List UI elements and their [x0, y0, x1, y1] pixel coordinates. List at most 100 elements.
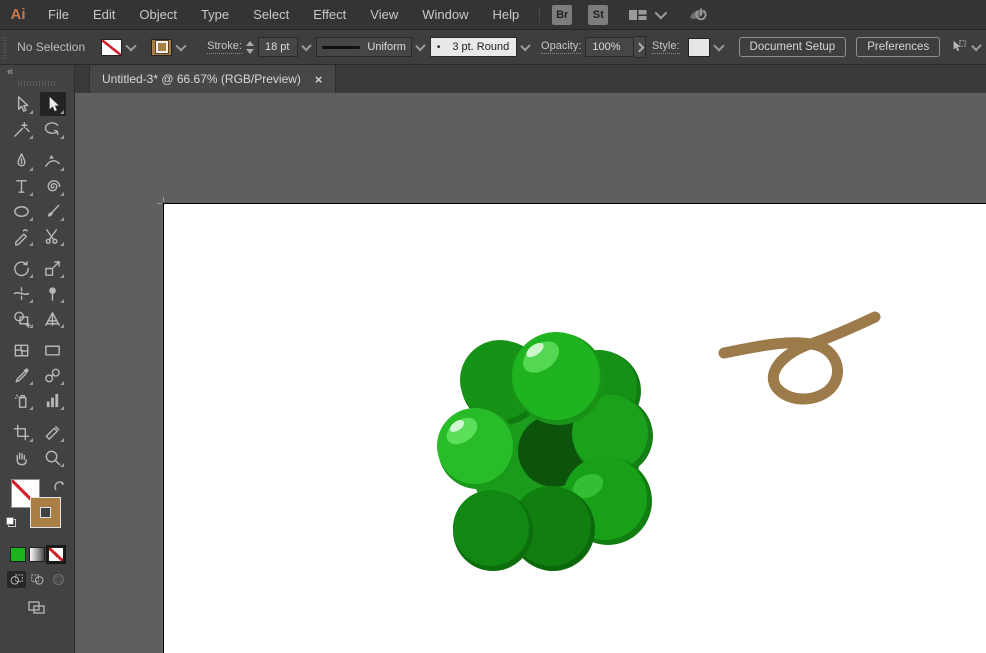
chevron-right-icon — [634, 42, 645, 52]
crop-mark — [163, 197, 164, 202]
menu-bar: Ai File Edit Object Type Select Effect V… — [0, 0, 986, 30]
style-label[interactable]: Style: — [652, 40, 680, 54]
artboard-tool[interactable] — [9, 420, 35, 444]
draw-normal-mode[interactable] — [6, 571, 26, 588]
artboard[interactable] — [157, 197, 986, 653]
stroke-swatch-brown[interactable] — [31, 498, 60, 527]
close-icon[interactable]: × — [315, 72, 323, 87]
fill-stroke-widget — [0, 479, 74, 539]
tools-grid — [0, 92, 74, 469]
step-down-icon[interactable] — [246, 48, 255, 54]
document-tab-bar: Untitled-3* @ 66.67% (RGB/Preview) × — [75, 65, 986, 94]
stroke-label[interactable]: Stroke: — [207, 40, 242, 54]
screen-mode-button[interactable] — [26, 598, 48, 621]
menu-file[interactable]: File — [36, 7, 81, 22]
opacity-arrow-button[interactable] — [633, 36, 647, 58]
menu-help[interactable]: Help — [480, 7, 531, 22]
swap-fill-stroke-icon[interactable] — [53, 480, 66, 498]
illustrator-window: Ai File Edit Object Type Select Effect V… — [0, 0, 986, 653]
document-setup-button[interactable]: Document Setup — [738, 37, 847, 57]
scissors-tool[interactable] — [40, 224, 66, 248]
menu-type[interactable]: Type — [189, 7, 241, 22]
magic-wand-tool[interactable] — [9, 117, 35, 141]
gradient-button[interactable] — [29, 547, 45, 562]
stroke-profile-dropdown[interactable]: Uniform — [315, 37, 412, 57]
preferences-button[interactable]: Preferences — [856, 37, 941, 57]
menu-window[interactable]: Window — [410, 7, 480, 22]
scale-tool[interactable] — [40, 256, 66, 280]
document-tab[interactable]: Untitled-3* @ 66.67% (RGB/Preview) × — [89, 65, 336, 93]
hand-tool[interactable] — [9, 445, 35, 469]
width-tool[interactable] — [9, 281, 35, 305]
opacity-field[interactable]: 100% — [585, 37, 634, 57]
stroke-weight-stepper[interactable] — [246, 37, 255, 57]
menu-view[interactable]: View — [358, 7, 410, 22]
step-up-icon[interactable] — [246, 40, 255, 46]
tendril-stroke[interactable] — [718, 311, 881, 405]
gradient-tool[interactable] — [40, 338, 66, 362]
default-fill-stroke-icon[interactable] — [6, 517, 16, 527]
brush-name: 3 pt. Round — [452, 41, 510, 53]
puppet-warp-tool[interactable] — [40, 281, 66, 305]
chevron-down-icon[interactable] — [712, 40, 725, 52]
panel-grip[interactable] — [3, 35, 8, 59]
blend-tool[interactable] — [40, 363, 66, 387]
opacity-label[interactable]: Opacity: — [541, 40, 582, 54]
lasso-tool[interactable] — [40, 117, 66, 141]
grape-cluster[interactable] — [437, 332, 653, 571]
draw-inside-mode[interactable] — [49, 571, 68, 588]
zoom-tool[interactable] — [40, 445, 66, 469]
menu-select[interactable]: Select — [241, 7, 301, 22]
menu-edit[interactable]: Edit — [81, 7, 127, 22]
column-graph-tool[interactable] — [40, 388, 66, 412]
fill-color-swatch[interactable] — [101, 38, 123, 56]
canvas-pasteboard[interactable] — [75, 93, 986, 653]
rotate-tool[interactable] — [9, 256, 35, 280]
chevron-down-icon[interactable] — [125, 40, 137, 52]
symbol-sprayer-tool[interactable] — [9, 388, 35, 412]
spiral-tool[interactable] — [40, 174, 66, 198]
shaper-tool[interactable] — [9, 224, 35, 248]
shape-builder-tool[interactable] — [9, 306, 35, 330]
slice-tool[interactable] — [40, 420, 66, 444]
brush-definition-dropdown[interactable]: • 3 pt. Round — [429, 37, 518, 57]
document-tab-title: Untitled-3* @ 66.67% (RGB/Preview) — [102, 72, 301, 86]
mini-fill-swatch — [6, 517, 14, 525]
draw-behind-mode[interactable] — [28, 571, 47, 588]
stroke-weight-field[interactable]: 18 pt — [257, 37, 299, 57]
chevron-down-icon[interactable] — [301, 40, 312, 52]
paintbrush-tool[interactable] — [40, 199, 66, 223]
stroke-profile-value: Uniform — [367, 41, 406, 53]
workspace-switcher-icon — [629, 9, 647, 20]
panel-grip[interactable] — [18, 81, 56, 86]
menu-object[interactable]: Object — [127, 7, 189, 22]
chevron-down-icon[interactable] — [520, 40, 531, 52]
crop-mark — [157, 203, 162, 204]
curvature-tool[interactable] — [40, 149, 66, 173]
type-tool[interactable] — [9, 174, 35, 198]
stroke-color-swatch[interactable] — [151, 38, 173, 56]
eyedropper-tool[interactable] — [9, 363, 35, 387]
direct-selection-tool[interactable] — [9, 92, 35, 116]
stock-button[interactable]: St — [588, 4, 609, 25]
selection-tool[interactable] — [39, 92, 66, 116]
divider — [539, 6, 541, 23]
select-similar-icon[interactable] — [950, 37, 968, 57]
none-button[interactable] — [46, 545, 66, 564]
style-swatch[interactable] — [687, 37, 710, 57]
menu-effect[interactable]: Effect — [301, 7, 358, 22]
ellipse-tool[interactable] — [9, 199, 35, 223]
pen-tool[interactable] — [9, 149, 35, 173]
chevron-down-icon[interactable] — [415, 40, 426, 52]
collapse-panel-icon[interactable]: « — [7, 66, 13, 78]
sync-power-icon[interactable] — [686, 5, 710, 25]
color-button-green[interactable] — [10, 547, 26, 562]
chevron-down-icon[interactable] — [971, 40, 982, 52]
chevron-down-icon[interactable] — [175, 40, 187, 52]
bridge-button[interactable]: Br — [552, 4, 573, 25]
screen-mode-row — [0, 598, 74, 621]
artwork-layer — [437, 311, 881, 571]
mesh-tool[interactable] — [9, 338, 35, 362]
workspace-switcher[interactable] — [628, 6, 668, 23]
perspective-grid-tool[interactable] — [40, 306, 66, 330]
